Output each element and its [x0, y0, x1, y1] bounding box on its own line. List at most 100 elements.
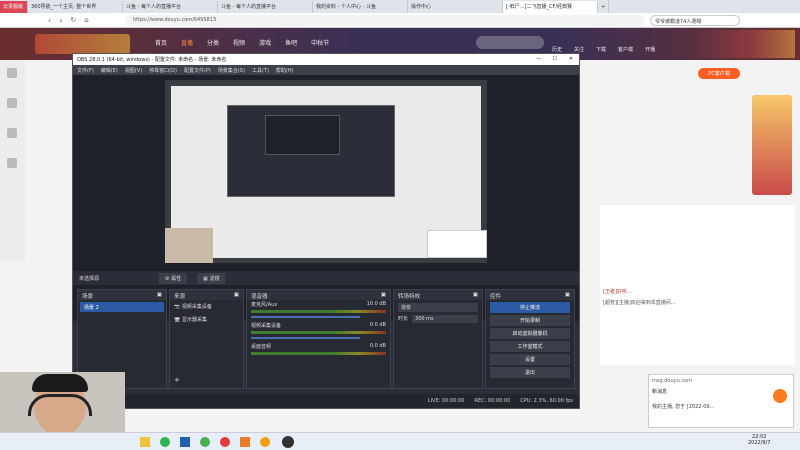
preview-webcam-thumb — [165, 228, 213, 263]
live-status: LIVE: 00:00:00 — [427, 398, 465, 404]
sidebar-icon[interactable] — [7, 68, 17, 78]
source-label: 显示器采集 — [181, 317, 207, 323]
nav-midautumn[interactable]: 中秋节 — [311, 38, 329, 47]
controls-panel: 控件 ▣ 停止推流 开始录制 启动虚拟摄像机 工作室模式 设置 退出 — [485, 289, 575, 389]
transitions-title: 转场特效 — [398, 294, 421, 300]
nav-game[interactable]: 游戏 — [259, 38, 271, 47]
start-recording-button[interactable]: 开始录制 — [490, 315, 570, 326]
panel-undock-icon[interactable]: ▣ — [157, 292, 162, 298]
nav-client[interactable]: 客户端 — [618, 46, 633, 53]
address-bar[interactable]: https://www.douyu.com/6495813 — [125, 15, 645, 26]
volume-slider[interactable] — [251, 337, 360, 339]
taskbar-app-icon[interactable] — [140, 437, 150, 447]
nav-home[interactable]: 首页 — [155, 38, 167, 47]
browser-tab[interactable]: 斗鱼 - 每个人的直播平台 — [218, 0, 313, 13]
menu-edit[interactable]: 编辑(E) — [101, 67, 118, 74]
browser-tab[interactable]: 我的资料 - 个人中心 - 斗鱼 — [313, 0, 408, 13]
menu-scene-collection[interactable]: 场景集合(S) — [218, 67, 245, 74]
mixer-channel-level: 0.0 dB — [369, 343, 386, 349]
program-preview[interactable] — [165, 80, 487, 263]
notification-popup[interactable]: msg.douyu.com 新消息 我的主播, 您于 [2022-09... — [648, 374, 794, 428]
sources-title: 来源 — [174, 294, 186, 300]
source-item[interactable]: 🖥 显示器采集 — [170, 313, 243, 326]
nav-download[interactable]: 下载 — [596, 46, 606, 53]
panel-undock-icon[interactable]: ▣ — [565, 292, 570, 298]
header-banner-art — [690, 30, 795, 58]
filters-button[interactable]: ▦ 滤镜 — [197, 272, 226, 284]
stop-streaming-button[interactable]: 停止推流 — [490, 302, 570, 313]
panel-undock-icon[interactable]: ▣ — [473, 292, 478, 298]
taskbar-clock[interactable]: 22:02 2022/9/7 — [748, 434, 770, 446]
panel-undock-icon[interactable]: ▣ — [234, 292, 239, 298]
nav-start-live[interactable]: 开播 — [645, 46, 655, 53]
nav-category[interactable]: 分类 — [207, 38, 219, 47]
menu-tools[interactable]: 工具(T) — [252, 67, 269, 74]
taskbar-app-icon[interactable] — [200, 437, 210, 447]
nav-video[interactable]: 视频 — [233, 38, 245, 47]
mixer-channel-level: 0.0 dB — [369, 322, 386, 328]
volume-slider[interactable] — [251, 316, 360, 318]
taskbar-app-icon[interactable] — [160, 437, 170, 447]
site-search-input[interactable] — [476, 36, 544, 49]
menu-view[interactable]: 视图(V) — [125, 67, 142, 74]
back-icon[interactable]: ‹ — [48, 16, 51, 25]
scenes-title: 场景 — [82, 294, 94, 300]
home-icon[interactable]: ⌂ — [84, 16, 88, 24]
nav-follow[interactable]: 关注 — [574, 46, 584, 53]
taskbar-app-icon[interactable] — [240, 437, 250, 447]
properties-button[interactable]: ⚙ 属性 — [159, 272, 188, 284]
maximize-icon[interactable]: ☐ — [553, 56, 557, 62]
notify-body: 我的主播, 您于 [2022-09... — [652, 404, 715, 410]
minimize-icon[interactable]: — — [536, 56, 541, 62]
browser-tab[interactable]: 360导航_一个主页, 整个世界 — [28, 0, 123, 13]
browser-search-box[interactable]: 爷爷被霸凌74人遭曝 — [650, 15, 740, 26]
chat-line: [超管][主播]欢迎来到本直播间… — [603, 300, 676, 306]
site-logo[interactable] — [35, 34, 130, 54]
menu-profile[interactable]: 配置文件(P) — [184, 67, 211, 74]
person-hair — [32, 374, 88, 392]
transitions-panel: 转场特效 ▣ 渐变 时长 300 ms — [393, 289, 483, 389]
transition-select[interactable]: 渐变 — [398, 303, 478, 312]
obs-title-bar: OBS 28.0.1 (64-bit, windows) - 配置文件: 未命名… — [73, 54, 579, 65]
menu-docks[interactable]: 停靠窗口(D) — [149, 67, 177, 74]
menu-help[interactable]: 帮助(H) — [276, 67, 294, 74]
taskbar-app-icon[interactable] — [180, 437, 190, 447]
profile-badge[interactable]: 云贵服装 — [0, 0, 28, 13]
studio-mode-button[interactable]: 工作室模式 — [490, 341, 570, 352]
new-tab-button[interactable]: + — [598, 0, 610, 13]
sidebar-icon[interactable] — [7, 98, 17, 108]
scene-item[interactable]: 场景 2 — [80, 302, 164, 312]
mixer-panel: 混音器 ▣ 麦克风/Aux 10.0 dB 视频采集设备 0.0 dB 桌面音频 0.0… — [246, 289, 391, 389]
panel-undock-icon[interactable]: ▣ — [381, 292, 386, 298]
nav-history[interactable]: 历史 — [552, 46, 562, 53]
duration-input[interactable]: 300 ms — [412, 315, 478, 323]
properties-label: 属性 — [171, 275, 182, 282]
nav-live[interactable]: 直播 — [181, 38, 193, 47]
source-item[interactable]: 📷 视频采集设备 — [170, 300, 243, 313]
settings-button[interactable]: 设置 — [490, 354, 570, 365]
browser-tab-active[interactable]: [-鲜尸...]二飞直播_CF/经典赛 — [503, 0, 598, 13]
pc-client-button[interactable]: PC客户端 — [698, 68, 740, 79]
browser-tab[interactable]: 斗鱼 - 每个人的直播平台 — [123, 0, 218, 13]
mixer-channel-name: 麦克风/Aux — [251, 302, 278, 308]
close-icon[interactable]: ✕ — [569, 56, 573, 62]
taskbar-app-icon[interactable] — [220, 437, 230, 447]
forward-icon[interactable]: › — [59, 16, 62, 25]
windows-taskbar: 22:02 2022/9/7 — [0, 432, 800, 450]
nested-chat-thumb — [427, 230, 487, 258]
chat-panel: [王者]好听… [超管][主播]欢迎来到本直播间… — [600, 205, 795, 365]
virtual-camera-button[interactable]: 启动虚拟摄像机 — [490, 328, 570, 339]
promo-banner[interactable] — [752, 95, 792, 195]
browser-tab[interactable]: 操作中心 — [408, 0, 503, 13]
exit-button[interactable]: 退出 — [490, 367, 570, 378]
taskbar-app-icon[interactable] — [260, 437, 270, 447]
audio-meter — [251, 310, 386, 313]
audio-meter — [251, 352, 386, 355]
sidebar-icon[interactable] — [7, 158, 17, 168]
nav-yuba[interactable]: 鱼吧 — [285, 38, 297, 47]
refresh-icon[interactable]: ↻ — [70, 16, 76, 24]
sidebar-icon[interactable] — [7, 128, 17, 138]
menu-file[interactable]: 文件(F) — [77, 67, 94, 74]
taskbar-obs-icon[interactable] — [282, 436, 294, 448]
add-source-button[interactable]: + — [174, 376, 180, 384]
